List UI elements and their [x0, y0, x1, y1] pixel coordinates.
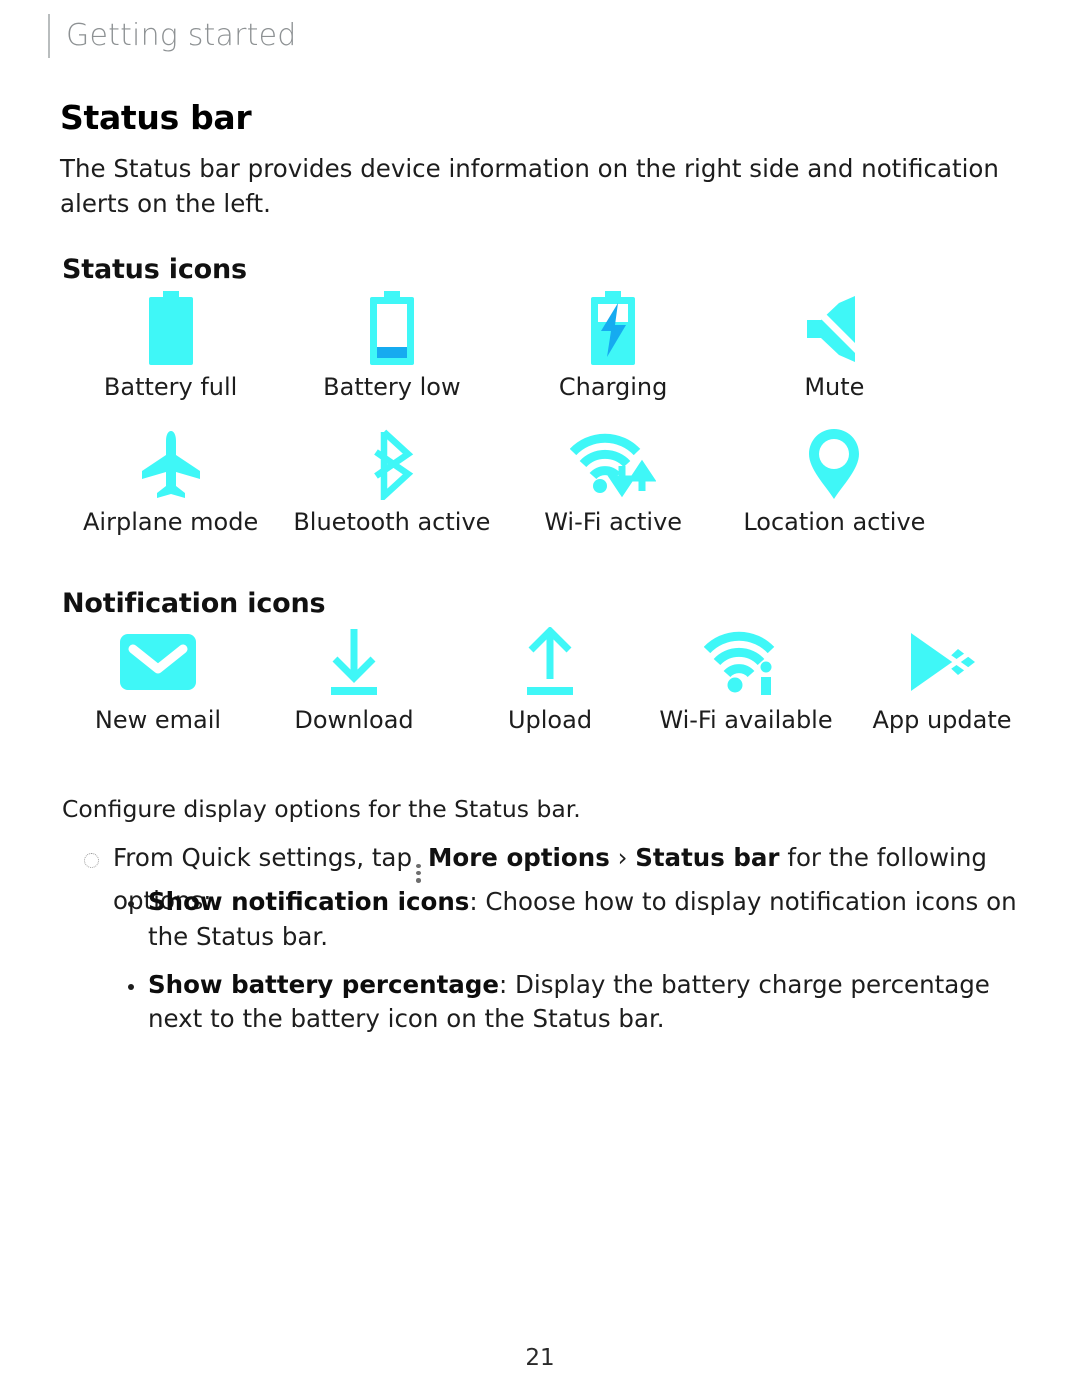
step-text-before: From Quick settings, tap — [113, 843, 413, 872]
status-icon-label: Battery full — [103, 373, 238, 401]
battery-low-icon — [364, 291, 420, 365]
bluetooth-icon — [363, 428, 421, 500]
notification-icon-label: Upload — [507, 706, 593, 734]
notification-icon-cell: Wi-Fi available — [648, 626, 844, 735]
bullet-dot-icon — [128, 901, 134, 907]
status-icon-label: Mute — [804, 373, 865, 401]
wifi-active-icon — [570, 428, 657, 500]
list-item-text: Show battery percentage: Display the bat… — [148, 968, 1033, 1038]
more-options-label: More options — [428, 843, 610, 872]
wifi-available-icon — [704, 626, 788, 698]
status-icon-label: Airplane mode — [83, 508, 259, 536]
status-icon-label: Battery low — [323, 373, 461, 401]
notification-icon-cell: App update — [844, 626, 1040, 735]
option-term: Show battery percentage — [148, 969, 499, 999]
notification-icon-label: Download — [294, 706, 414, 734]
running-header: Getting started — [48, 14, 297, 58]
header-title: Getting started — [66, 18, 297, 53]
status-icon-cell: Wi-Fi active — [503, 428, 724, 537]
status-icon-cell: Location active — [724, 428, 945, 537]
mute-icon — [799, 293, 869, 365]
play-store-icon — [905, 626, 979, 698]
status-icon-label: Bluetooth active — [293, 508, 491, 536]
status-icon-cell: Airplane mode — [60, 428, 281, 537]
bullet-dot-icon — [128, 983, 134, 990]
status-icons-heading: Status icons — [62, 254, 247, 285]
list-item: Show notification icons: Choose how to d… — [128, 885, 1033, 955]
status-icon-cell: Bluetooth active — [281, 428, 502, 537]
manual-page: Getting started Status bar The Status ba… — [0, 0, 1080, 1397]
notification-icon-label: Wi-Fi available — [659, 706, 833, 734]
status-icon-label: Wi-Fi active — [544, 508, 683, 536]
status-icon-label: Location active — [743, 508, 926, 536]
notification-icon-cell: Download — [256, 626, 452, 735]
list-item: Show battery percentage: Display the bat… — [128, 968, 1033, 1038]
status-icon-cell: Battery low — [281, 291, 502, 402]
status-bar-label: Status bar — [635, 843, 780, 872]
more-options-kebab-icon[interactable] — [416, 862, 422, 884]
status-icons-row-2: Airplane mode Bluetooth active Wi-Fi act… — [60, 428, 945, 537]
status-icon-cell: Battery full — [60, 291, 281, 402]
battery-full-icon — [143, 291, 199, 365]
hollow-circle-bullet-icon — [84, 853, 99, 868]
battery-charging-icon — [585, 291, 641, 365]
status-icons-row-1: Battery full Battery low Charging Mute — [60, 291, 945, 402]
status-icon-cell: Mute — [724, 293, 945, 402]
option-term: Show notification icons — [148, 887, 470, 916]
intro-paragraph: The Status bar provides device informati… — [60, 154, 999, 218]
notification-icon-label: App update — [872, 706, 1012, 734]
status-icon-label: Charging — [558, 373, 668, 401]
notification-icon-label: New email — [94, 706, 222, 734]
envelope-icon — [119, 626, 197, 698]
list-item-text: Show notification icons: Choose how to d… — [148, 885, 1033, 955]
options-list: Show notification icons: Choose how to d… — [128, 885, 1033, 1050]
header-divider-rule — [48, 14, 50, 58]
location-pin-icon — [805, 428, 863, 500]
page-number: 21 — [525, 1345, 555, 1371]
status-icon-cell: Charging — [503, 291, 724, 402]
download-arrow-icon — [323, 626, 385, 698]
configure-line: Configure display options for the Status… — [62, 795, 581, 823]
page-title: Status bar — [60, 98, 252, 137]
step-separator: › — [617, 843, 628, 872]
airplane-mode-icon — [138, 428, 204, 500]
notification-icon-cell: New email — [60, 626, 256, 735]
notification-icons-heading: Notification icons — [62, 588, 326, 619]
notification-icon-cell: Upload — [452, 626, 648, 735]
upload-arrow-icon — [519, 626, 581, 698]
notification-icons-row: New email Download Upload Wi-Fi availabl… — [60, 626, 1040, 735]
